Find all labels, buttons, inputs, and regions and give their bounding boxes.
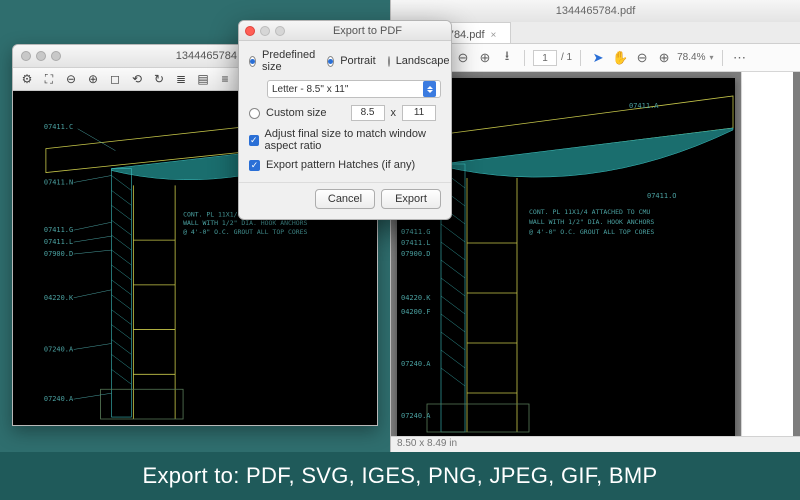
zoom-icon — [275, 26, 285, 36]
cad-label: 07411.N — [44, 178, 73, 186]
predefined-size-label: Predefined size — [262, 49, 315, 73]
custom-size-radio[interactable] — [249, 108, 260, 119]
pdf-page-area[interactable]: 07411.A 07411.O 07411.G 07411.L 07900.D … — [391, 72, 800, 436]
zoom-icon[interactable] — [51, 51, 61, 61]
close-icon[interactable] — [245, 26, 255, 36]
zoom-in-icon[interactable]: ⊕ — [83, 70, 103, 88]
caption-text: Export to: PDF, SVG, IGES, PNG, JPEG, GI… — [142, 463, 657, 489]
portrait-radio[interactable] — [327, 56, 334, 67]
zoom-percent[interactable]: 78.4% — [677, 52, 705, 63]
cad-label: 07240.A — [44, 345, 74, 353]
paper-size-value: Letter - 8.5" x 11" — [272, 84, 348, 95]
pdf-window-title: 1344465784.pdf — [556, 5, 636, 17]
custom-height-field[interactable]: 11 — [402, 105, 436, 121]
predefined-size-radio[interactable] — [249, 56, 256, 67]
custom-size-label: Custom size — [266, 107, 327, 119]
pdf-label: 07411.L — [401, 239, 431, 247]
more-icon[interactable]: ⋯ — [731, 49, 749, 67]
pdf-label: 07411.O — [647, 192, 677, 200]
pdf-label: 04200.F — [401, 308, 431, 316]
pdf-label: 07240.A — [401, 412, 431, 420]
zoom-out-icon[interactable]: ⊖ — [61, 70, 81, 88]
cad-label: 07240.A — [44, 395, 74, 403]
cad-label: 07411.C — [44, 123, 73, 131]
export-to-pdf-dialog: Export to PDF Predefined size Portrait L… — [238, 20, 452, 220]
portrait-label: Portrait — [340, 55, 375, 67]
cancel-button[interactable]: Cancel — [315, 189, 375, 209]
dialog-titlebar: Export to PDF — [239, 21, 451, 41]
pdf-titlebar: 1344465784.pdf — [391, 0, 800, 22]
export-hatches-label: Export pattern Hatches (if any) — [266, 159, 415, 171]
cad-label: 07411.G — [44, 226, 73, 234]
zoom-out-icon[interactable]: ⊖ — [633, 49, 651, 67]
pdf-status-bar: 8.50 x 8.49 in — [391, 436, 800, 452]
close-icon[interactable] — [21, 51, 31, 61]
pdf-side-panel — [741, 72, 793, 436]
layers-icon[interactable]: ≣ — [171, 70, 191, 88]
dialog-title: Export to PDF — [290, 25, 445, 37]
cursor-icon[interactable]: ➤ — [589, 49, 607, 67]
redraw-icon[interactable]: ≡ — [215, 70, 235, 88]
landscape-label: Landscape — [396, 55, 450, 67]
measure-icon[interactable]: ▤ — [193, 70, 213, 88]
zoom-out-icon[interactable]: ⊖ — [454, 49, 472, 67]
zoom-window-icon[interactable]: ◻ — [105, 70, 125, 88]
aspect-ratio-label: Adjust final size to match window aspect… — [265, 128, 441, 152]
cad-note: WALL WITH 1/2" DIA. HOOK ANCHORS — [183, 219, 307, 227]
pdf-label: 04220.K — [401, 294, 431, 302]
export-hatches-checkbox[interactable] — [249, 160, 260, 171]
window-traffic-lights[interactable] — [245, 26, 285, 36]
hand-icon[interactable]: ✋ — [611, 49, 629, 67]
close-icon[interactable]: × — [491, 30, 497, 41]
pdf-note: @ 4'-0" O.C. GROUT ALL TOP CORES — [529, 228, 654, 236]
pdf-label: 07240.A — [401, 360, 431, 368]
cad-label: 04220.K — [44, 294, 74, 302]
by-label: x — [391, 107, 397, 119]
pdf-page-dimensions: 8.50 x 8.49 in — [397, 438, 457, 449]
pan-icon[interactable]: ⟲ — [127, 70, 147, 88]
pdf-label: 07411.G — [401, 228, 431, 236]
cad-label: 07411.L — [44, 238, 73, 246]
marketing-caption: Export to: PDF, SVG, IGES, PNG, JPEG, GI… — [0, 452, 800, 500]
zoom-in-icon[interactable]: ⊕ — [655, 49, 673, 67]
pdf-tabbar: 1344465784.pdf × — [391, 22, 800, 44]
pdf-note: WALL WITH 1/2" DIA. HOOK ANCHORS — [529, 218, 654, 226]
page-total: / 1 — [561, 52, 572, 63]
custom-width-field[interactable]: 8.5 — [351, 105, 385, 121]
minimize-icon — [260, 26, 270, 36]
window-traffic-lights[interactable] — [21, 51, 61, 61]
landscape-radio[interactable] — [388, 56, 390, 67]
cad-note: @ 4'-0" O.C. GROUT ALL TOP CORES — [183, 228, 307, 236]
rotate-icon[interactable]: ↻ — [149, 70, 169, 88]
fit-extents-icon[interactable]: ⛶ — [39, 70, 59, 88]
page-current-field[interactable]: 1 — [533, 50, 557, 66]
cad-label: 07900.D — [44, 250, 73, 258]
pdf-label: 07900.D — [401, 250, 431, 258]
paper-size-select[interactable]: Letter - 8.5" x 11" — [267, 80, 441, 98]
zoom-in-icon[interactable]: ⊕ — [476, 49, 494, 67]
gear-icon[interactable]: ⚙ — [17, 70, 37, 88]
chevron-updown-icon — [423, 81, 436, 97]
pdf-toolbar: ☰ ✉ ⊖ ⊕ ⭳ 1 / 1 ➤ ✋ ⊖ ⊕ 78.4% ▾ ⋯ — [391, 44, 800, 72]
export-button[interactable]: Export — [381, 189, 441, 209]
pdf-label: 07411.A — [629, 102, 659, 110]
pdf-note: CONT. PL 11X1/4 ATTACHED TO CMU — [529, 208, 650, 216]
minimize-icon[interactable] — [36, 51, 46, 61]
download-icon[interactable]: ⭳ — [498, 49, 516, 67]
aspect-ratio-checkbox[interactable] — [249, 135, 259, 146]
